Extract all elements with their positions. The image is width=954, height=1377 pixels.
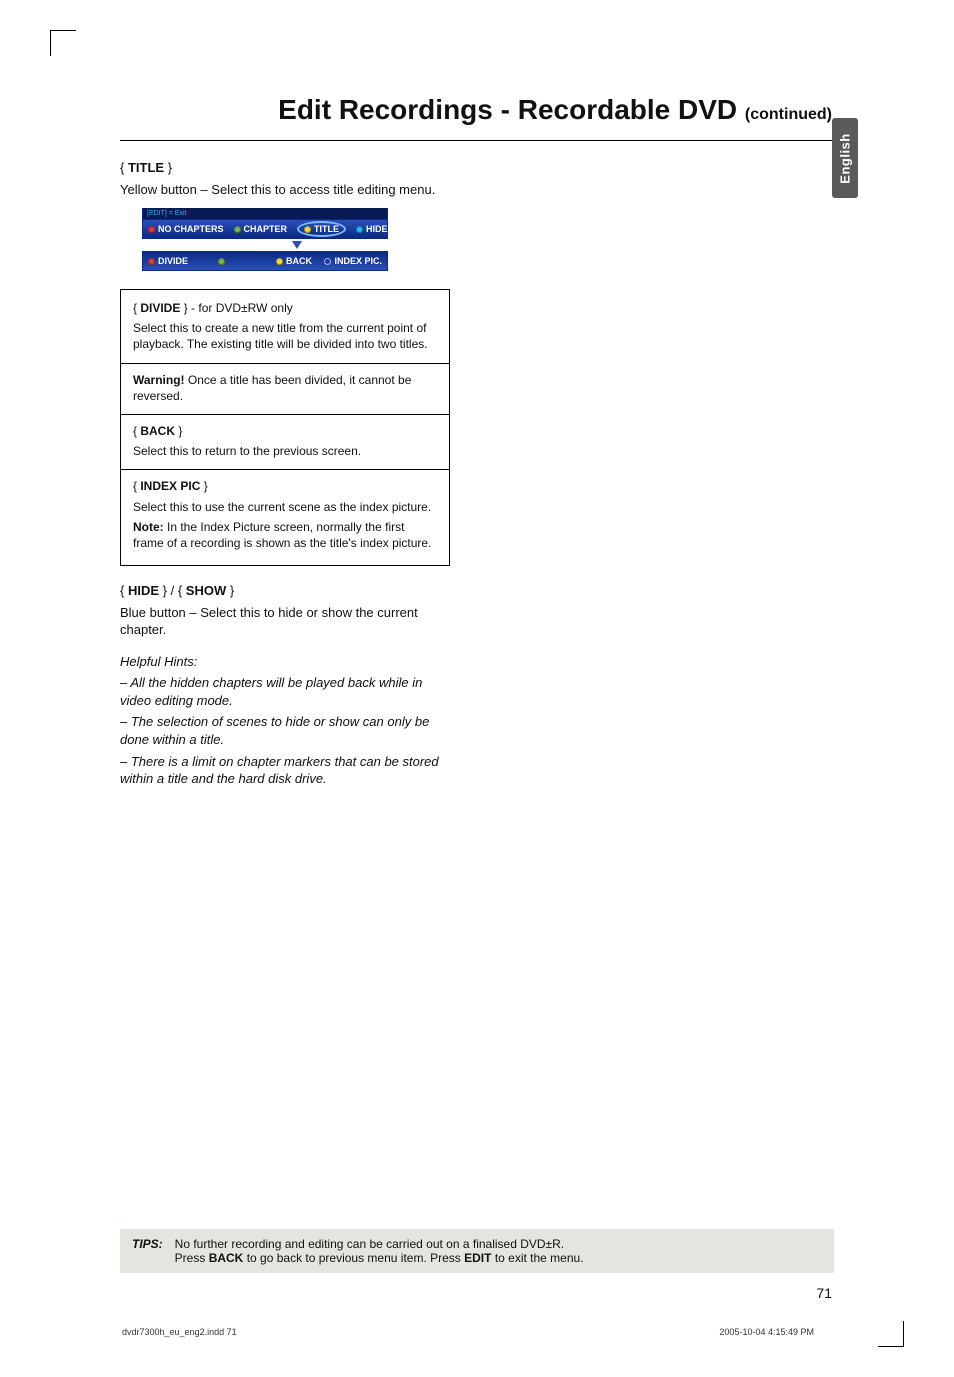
info-section-divide: { DIVIDE } - for DVD±RW only Select this… xyxy=(133,300,437,353)
dvd-menu-exit-label: [EDIT] = Exit xyxy=(142,208,388,219)
tips-line2-e: to exit the menu. xyxy=(491,1251,583,1265)
menu-cell-no-chapters[interactable]: NO CHAPTERS xyxy=(143,220,229,238)
index-title: INDEX PIC xyxy=(140,479,200,493)
section-title-line: { TITLE } xyxy=(120,159,450,177)
crop-mark-br xyxy=(878,1321,904,1347)
hints-heading: Helpful Hints: xyxy=(120,653,450,671)
index-note-line: Note: In the Index Picture screen, norma… xyxy=(133,519,437,551)
menu-cell-hide[interactable]: HIDE xyxy=(351,220,393,238)
footer-line: dvdr7300h_eu_eng2.indd 71 2005-10-04 4:1… xyxy=(122,1327,814,1337)
divider xyxy=(121,363,449,364)
red-dot-icon xyxy=(148,258,155,265)
section-title-desc: Yellow button – Select this to access ti… xyxy=(120,181,450,199)
menu-label-chapter: CHAPTER xyxy=(244,223,288,235)
hint-1: – All the hidden chapters will be played… xyxy=(120,674,450,709)
index-body1: Select this to use the current scene as … xyxy=(133,499,437,515)
green-dot-icon xyxy=(234,226,241,233)
hollow-dot-icon xyxy=(324,258,331,265)
brace: } xyxy=(175,424,182,438)
menu-cell-back[interactable]: BACK xyxy=(259,252,317,270)
tips-edit: EDIT xyxy=(464,1251,491,1265)
red-dot-icon xyxy=(148,226,155,233)
yellow-dot-icon xyxy=(276,258,283,265)
tips-line2-a: Press xyxy=(175,1251,209,1265)
tips-back: BACK xyxy=(209,1251,244,1265)
brace-close: } xyxy=(164,160,172,175)
green-dot-icon xyxy=(218,258,225,265)
page-number: 71 xyxy=(816,1285,832,1301)
divider xyxy=(121,469,449,470)
brace-open: { xyxy=(120,160,128,175)
content-column: { TITLE } Yellow button – Select this to… xyxy=(120,159,450,788)
divide-title-line: { DIVIDE } - for DVD±RW only xyxy=(133,300,437,316)
menu-cell-empty xyxy=(213,252,259,270)
page-title-main: Edit Recordings - Recordable DVD xyxy=(278,94,745,125)
brace: { xyxy=(120,583,128,598)
menu-label-no-chapters: NO CHAPTERS xyxy=(158,223,224,235)
divide-title-post: } - for DVD±RW only xyxy=(180,301,292,315)
show-label: SHOW xyxy=(186,583,226,598)
dvd-menu-bottom-row: DIVIDE BACK INDEX PIC. xyxy=(142,251,388,271)
tips-line2-c: to go back to previous menu item. Press xyxy=(243,1251,464,1265)
hide-show-desc: Blue button – Select this to hide or sho… xyxy=(120,604,450,639)
arrow-down-icon xyxy=(292,241,302,249)
footer-left: dvdr7300h_eu_eng2.indd 71 xyxy=(122,1327,237,1337)
divide-title: DIVIDE xyxy=(140,301,180,315)
info-box: { DIVIDE } - for DVD±RW only Select this… xyxy=(120,289,450,566)
menu-cell-chapter[interactable]: CHAPTER xyxy=(229,220,293,238)
dvd-menu-top-row: NO CHAPTERS CHAPTER TITLE HIDE xyxy=(142,219,388,239)
tips-label: TIPS: xyxy=(132,1237,163,1265)
menu-cell-index-pic[interactable]: INDEX PIC. xyxy=(317,252,387,270)
dvd-menu: [EDIT] = Exit NO CHAPTERS CHAPTER TITLE … xyxy=(142,208,388,271)
hide-show-title-line: { HIDE } / { SHOW } xyxy=(120,582,450,600)
tips-body: No further recording and editing can be … xyxy=(175,1237,584,1265)
warning-line: Warning! Once a title has been divided, … xyxy=(133,372,437,404)
divide-body: Select this to create a new title from t… xyxy=(133,320,437,352)
page-title: Edit Recordings - Recordable DVD (contin… xyxy=(120,94,834,130)
selection-oval-icon: TITLE xyxy=(297,221,346,237)
menu-cell-title[interactable]: TITLE xyxy=(292,220,351,238)
info-section-warning: Warning! Once a title has been divided, … xyxy=(133,372,437,404)
hint-2: – The selection of scenes to hide or sho… xyxy=(120,713,450,748)
menu-label-divide: DIVIDE xyxy=(158,255,188,267)
menu-label-back: BACK xyxy=(286,255,312,267)
brace-mid: } / { xyxy=(159,583,186,598)
yellow-dot-icon xyxy=(304,226,311,233)
hide-label: HIDE xyxy=(128,583,159,598)
menu-cell-divide[interactable]: DIVIDE xyxy=(143,252,213,270)
footer-right: 2005-10-04 4:15:49 PM xyxy=(719,1327,814,1337)
menu-label-hide: HIDE xyxy=(366,223,388,235)
info-section-back: { BACK } Select this to return to the pr… xyxy=(133,423,437,459)
language-tab-label: English xyxy=(838,133,853,183)
brace: } xyxy=(226,583,234,598)
back-title: BACK xyxy=(140,424,175,438)
tips-line1: No further recording and editing can be … xyxy=(175,1237,584,1251)
hint-3: – There is a limit on chapter markers th… xyxy=(120,753,450,788)
page-title-continued: (continued) xyxy=(745,106,832,123)
tips-line2: Press BACK to go back to previous menu i… xyxy=(175,1251,584,1265)
note-body: In the Index Picture screen, normally th… xyxy=(133,520,431,550)
warning-label: Warning! xyxy=(133,373,188,387)
tips-bar: TIPS: No further recording and editing c… xyxy=(120,1229,834,1273)
header-rule xyxy=(120,140,834,141)
menu-label-title: TITLE xyxy=(314,223,339,235)
menu-label-index-pic: INDEX PIC. xyxy=(334,255,382,267)
blue-dot-icon xyxy=(356,226,363,233)
note-label: Note: xyxy=(133,520,167,534)
page: Edit Recordings - Recordable DVD (contin… xyxy=(0,0,954,1377)
back-title-line: { BACK } xyxy=(133,423,437,439)
crop-mark-tl xyxy=(50,30,76,56)
section-title-label: TITLE xyxy=(128,160,164,175)
language-tab: English xyxy=(832,118,858,198)
divider xyxy=(121,414,449,415)
index-title-line: { INDEX PIC } xyxy=(133,478,437,494)
back-body: Select this to return to the previous sc… xyxy=(133,443,437,459)
brace: } xyxy=(200,479,207,493)
info-section-index: { INDEX PIC } Select this to use the cur… xyxy=(133,478,437,551)
